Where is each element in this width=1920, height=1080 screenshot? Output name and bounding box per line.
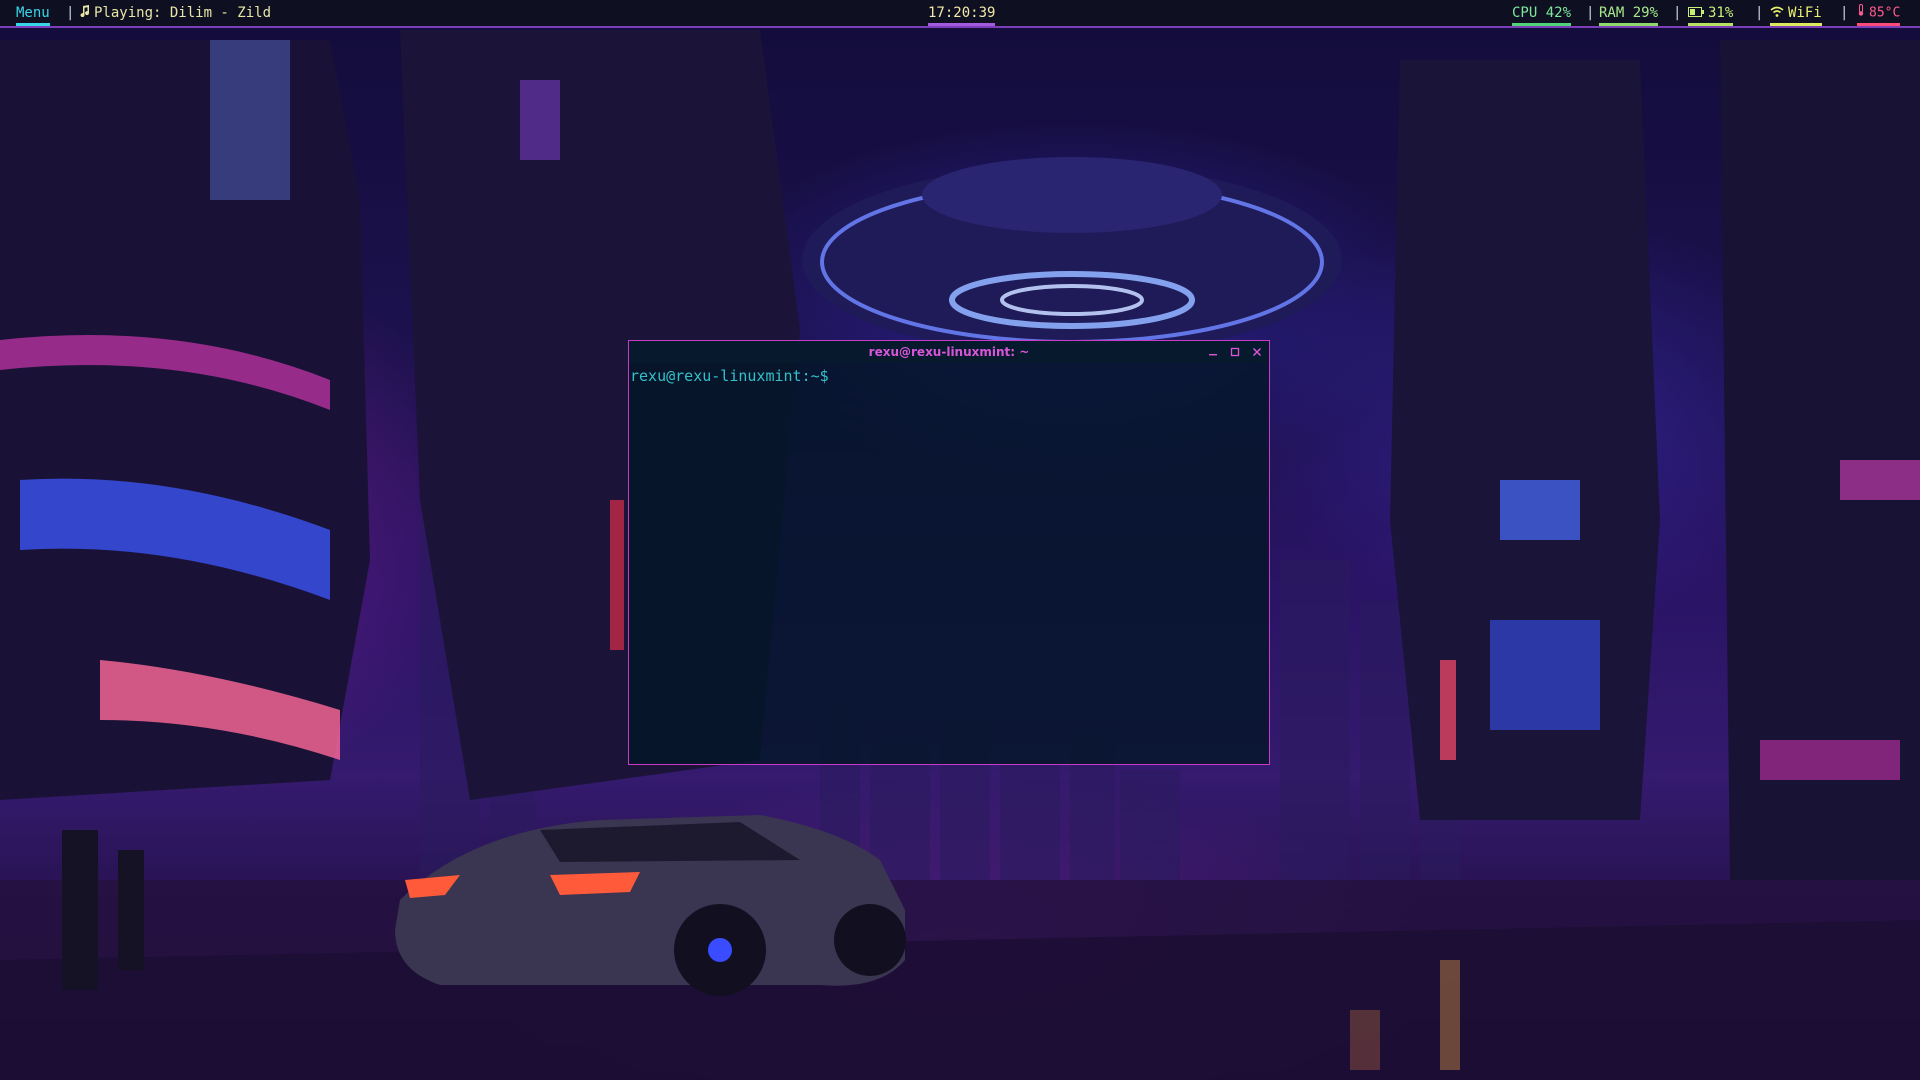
- terminal-window[interactable]: rexu@rexu-linuxmint: ~ rexu@rexu-linuxmi…: [628, 340, 1270, 765]
- cpu-usage-text: CPU 42%: [1512, 5, 1572, 21]
- now-playing-text: Playing: Dilim - Zild: [94, 5, 272, 21]
- minimize-button[interactable]: [1205, 344, 1221, 360]
- now-playing-widget[interactable]: Playing: Dilim - Zild: [80, 0, 271, 26]
- music-note-icon: [80, 0, 90, 26]
- window-controls: [1205, 341, 1265, 363]
- clock-underline: [928, 23, 996, 26]
- separator: |: [66, 5, 75, 21]
- separator: |: [1755, 5, 1764, 21]
- ram-underline: [1599, 23, 1659, 26]
- separator: |: [1840, 5, 1849, 21]
- wifi-widget[interactable]: WiFi: [1770, 0, 1822, 26]
- minimize-icon: [1209, 354, 1217, 356]
- shell-prompt: rexu@rexu-linuxmint:~$: [630, 367, 829, 385]
- maximize-button[interactable]: [1227, 344, 1243, 360]
- terminal-body[interactable]: rexu@rexu-linuxmint:~$: [629, 363, 1269, 764]
- ram-usage-text: RAM 29%: [1599, 5, 1659, 21]
- separator: |: [1586, 5, 1595, 21]
- close-icon: [1252, 347, 1262, 357]
- maximize-icon: [1230, 347, 1240, 357]
- cpu-usage-widget: CPU 42%: [1512, 0, 1572, 26]
- clock: 17:20:39: [928, 0, 996, 26]
- terminal-titlebar[interactable]: rexu@rexu-linuxmint: ~: [629, 341, 1269, 363]
- ram-usage-widget: RAM 29%: [1599, 0, 1659, 26]
- menu-underline: [16, 23, 50, 26]
- menu-label: Menu: [16, 5, 50, 21]
- separator: |: [1673, 5, 1682, 21]
- cpu-underline: [1512, 23, 1572, 26]
- terminal-title: rexu@rexu-linuxmint: ~: [868, 345, 1030, 359]
- battery-text: 31%: [1708, 5, 1734, 21]
- battery-widget: 31%: [1688, 0, 1734, 26]
- temperature-widget: 85°C: [1857, 0, 1901, 26]
- wifi-text: WiFi: [1788, 5, 1822, 21]
- temperature-underline: [1857, 23, 1901, 26]
- menu-button[interactable]: Menu: [16, 0, 50, 26]
- battery-underline: [1688, 23, 1734, 26]
- wifi-underline: [1770, 23, 1822, 26]
- temperature-text: 85°C: [1869, 5, 1901, 21]
- close-button[interactable]: [1249, 344, 1265, 360]
- clock-time: 17:20:39: [928, 5, 996, 21]
- top-status-bar: Menu | Playing: Dilim - Zild 17:20:39 CP…: [0, 0, 1920, 28]
